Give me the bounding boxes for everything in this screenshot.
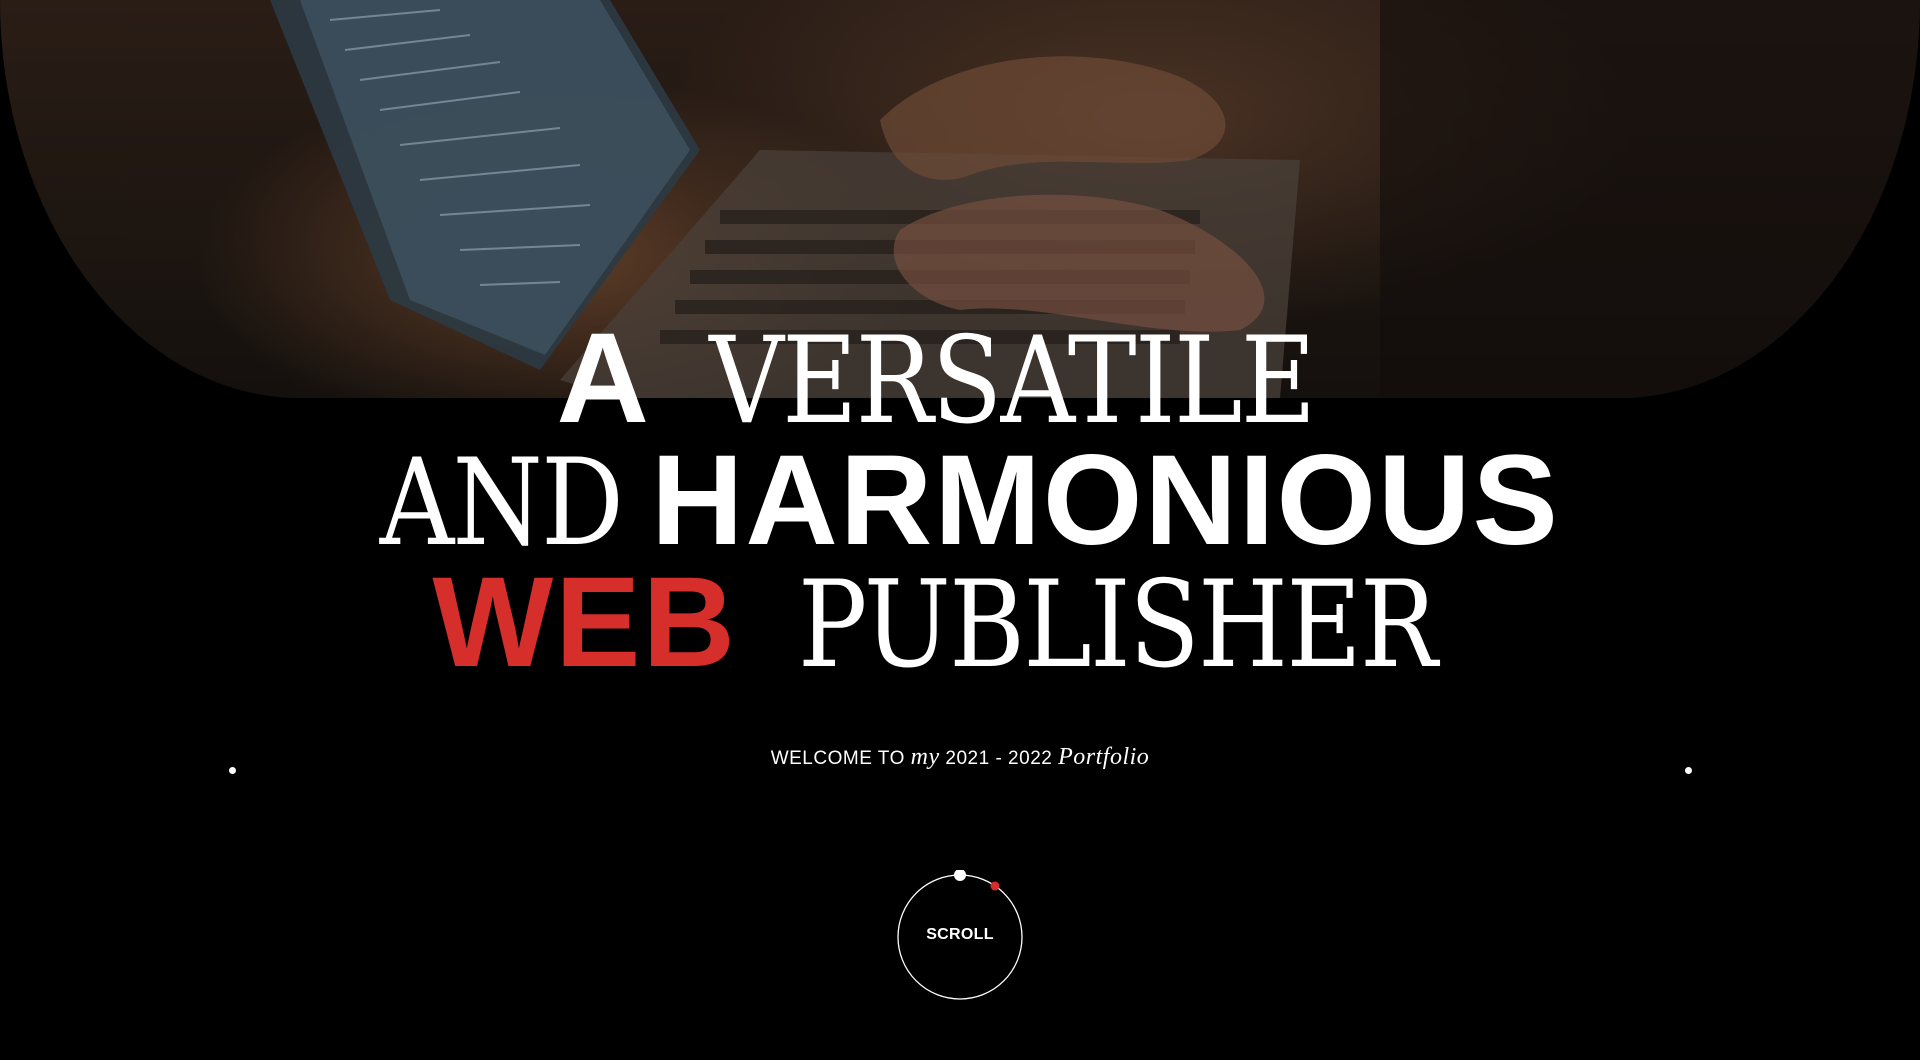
scroll-button[interactable]: SCROLL	[895, 870, 1025, 1000]
tagline-italic-my: my	[910, 744, 940, 770]
headline-word: PUBLISHER	[797, 556, 1438, 695]
tagline-italic-portfolio: Portfolio	[1058, 744, 1150, 770]
tagline-prefix: WELCOME TO	[770, 748, 905, 769]
tagline-years: 2021 - 2022	[945, 748, 1053, 769]
headline-word: AND	[379, 434, 624, 573]
headline-line-2: AND HARMONIOUS	[0, 434, 1920, 573]
hero-headline: A VERSATILE AND HARMONIOUS WEB PUBLISHER	[0, 312, 1920, 695]
headline-line-3: WEB PUBLISHER	[0, 556, 1920, 695]
headline-line-1: A VERSATILE	[0, 312, 1920, 451]
scroll-label: SCROLL	[926, 926, 994, 943]
headline-word: A	[556, 307, 651, 450]
welcome-tagline: WELCOME TO my 2021 - 2022 Portfolio	[0, 744, 1920, 771]
headline-word: VERSATILE	[709, 312, 1316, 451]
